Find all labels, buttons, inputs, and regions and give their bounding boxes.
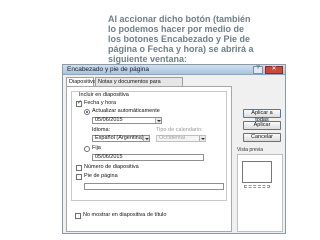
- chevron-down-icon: [155, 118, 161, 123]
- preview-slide: [242, 161, 272, 183]
- caption-line-2: lo podemos hacer por medio de: [108, 24, 245, 34]
- fija-value: 05/06/2015: [95, 154, 123, 160]
- close-button[interactable]: ✕: [265, 66, 283, 74]
- fija-input[interactable]: 05/06/2015: [92, 154, 204, 161]
- dialog-titlebar: Encabezado y pie de página ? ✕: [63, 65, 285, 75]
- caption-text: Al accionar dicho botón (también lo pode…: [108, 14, 288, 64]
- tab-diapositiva[interactable]: Diapositiva: [66, 77, 96, 86]
- apply-button[interactable]: Aplicar: [243, 121, 281, 130]
- help-button[interactable]: ?: [253, 65, 263, 74]
- calendario-select[interactable]: Occidental: [156, 135, 206, 142]
- numero-checkbox[interactable]: [76, 165, 82, 171]
- numero-label: Número de diapositiva: [84, 164, 139, 170]
- close-icon: ✕: [271, 66, 277, 72]
- actualizar-radio[interactable]: [84, 109, 90, 115]
- preview-label: Vista previa: [237, 147, 264, 153]
- fecha-hora-label: Fecha y hora: [84, 100, 117, 106]
- header-footer-dialog: Encabezado y pie de página ? ✕ Diapositi…: [62, 64, 286, 234]
- dialog-title: Encabezado y pie de página: [67, 66, 150, 73]
- no-mostrar-checkbox[interactable]: [75, 213, 81, 219]
- idioma-select[interactable]: Español (Argentina): [92, 135, 150, 142]
- include-group: Incluir en diapositiva Fecha y hora Actu…: [71, 91, 227, 201]
- chevron-down-icon: [143, 136, 149, 141]
- pie-checkbox[interactable]: [76, 174, 82, 180]
- chevron-down-icon: [199, 136, 205, 141]
- preview-placeholder: [244, 185, 270, 188]
- calendario-value: Occidental: [159, 135, 185, 141]
- tab-notas[interactable]: Notas y documentos para distribuir: [95, 77, 183, 94]
- fija-radio[interactable]: [84, 146, 90, 152]
- apply-all-button[interactable]: Aplicar a todas: [243, 109, 281, 123]
- pie-label: Pie de página: [84, 173, 118, 179]
- caption-line-3: los botones Encabezado y Pie de: [108, 34, 251, 44]
- caption-line-1: Al accionar dicho botón (también: [108, 14, 251, 24]
- actualizar-label: Actualizar automáticamente: [92, 108, 160, 114]
- cancel-button[interactable]: Cancelar: [243, 133, 281, 142]
- date-format-select[interactable]: 05/06/2015: [92, 117, 162, 124]
- no-mostrar-label: No mostrar en diapositiva de título: [83, 212, 167, 218]
- pie-input[interactable]: [84, 183, 224, 190]
- fecha-hora-checkbox[interactable]: [76, 99, 82, 107]
- tab-panel: Incluir en diapositiva Fecha y hora Actu…: [66, 86, 232, 232]
- calendario-label: Tipo de calendario:: [156, 127, 203, 133]
- fija-label: Fija: [92, 145, 101, 151]
- help-icon: ?: [256, 65, 260, 71]
- group-label: Incluir en diapositiva: [78, 92, 130, 98]
- date-format-value: 05/06/2015: [95, 117, 123, 123]
- caption-line-4: página o Fecha y hora) se abrirá a: [108, 44, 254, 54]
- caption-line-5: siguiente ventana:: [108, 54, 188, 64]
- idioma-label: Idioma:: [92, 127, 111, 133]
- idioma-value: Español (Argentina): [95, 135, 144, 141]
- preview-box: [237, 154, 283, 232]
